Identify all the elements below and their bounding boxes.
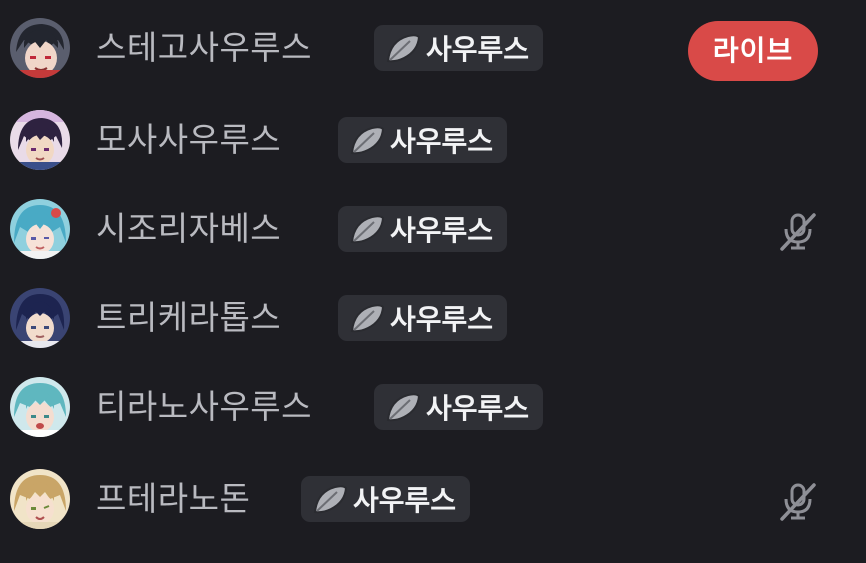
server-tag-label: 사우루스 [426, 392, 530, 425]
member-name: 트리케라톱스 [96, 298, 282, 337]
server-tag[interactable]: 사우루스 [338, 117, 508, 163]
server-tag[interactable]: 사우루스 [374, 25, 544, 71]
avatar[interactable] [10, 377, 70, 437]
member-name: 모사사우루스 [96, 120, 282, 159]
avatar[interactable] [10, 288, 70, 348]
server-tag-label: 사우루스 [390, 125, 494, 158]
server-tag-label: 사우루스 [353, 484, 457, 517]
member-row[interactable]: 프테라노돈 사우루스 [0, 454, 866, 544]
member-row[interactable]: 트리케라톱스 사우루스 [0, 273, 866, 363]
member-row[interactable]: 스테고사우루스 사우루스 라이브 [0, 3, 866, 93]
microphone-muted-icon [776, 209, 820, 253]
member-row[interactable]: 시조리자베스 사우루스 [0, 184, 866, 274]
leaf-icon [311, 482, 349, 516]
server-tag-label: 사우루스 [390, 303, 494, 336]
member-name: 스테고사우루스 [96, 28, 313, 67]
member-row[interactable]: 티라노사우루스 사우루스 [0, 362, 866, 452]
avatar[interactable] [10, 18, 70, 78]
server-tag[interactable]: 사우루스 [338, 295, 508, 341]
leaf-icon [384, 31, 422, 65]
avatar[interactable] [10, 110, 70, 170]
member-name: 시조리자베스 [96, 209, 282, 248]
server-tag[interactable]: 사우루스 [374, 384, 544, 430]
live-badge[interactable]: 라이브 [688, 21, 818, 81]
leaf-icon [348, 301, 386, 335]
member-name: 프테라노돈 [96, 479, 251, 518]
server-tag-label: 사우루스 [390, 214, 494, 247]
member-list: 스테고사우루스 사우루스 라이브 모사사우루스 사우루스 시조리자베스 사우루스… [0, 0, 866, 563]
leaf-icon [384, 390, 422, 424]
leaf-icon [348, 123, 386, 157]
microphone-muted-icon [776, 479, 820, 523]
avatar[interactable] [10, 199, 70, 259]
server-tag[interactable]: 사우루스 [338, 206, 508, 252]
avatar[interactable] [10, 469, 70, 529]
member-name: 티라노사우루스 [96, 387, 313, 426]
member-row[interactable]: 모사사우루스 사우루스 [0, 95, 866, 185]
server-tag-label: 사우루스 [426, 33, 530, 66]
server-tag[interactable]: 사우루스 [301, 476, 471, 522]
leaf-icon [348, 212, 386, 246]
